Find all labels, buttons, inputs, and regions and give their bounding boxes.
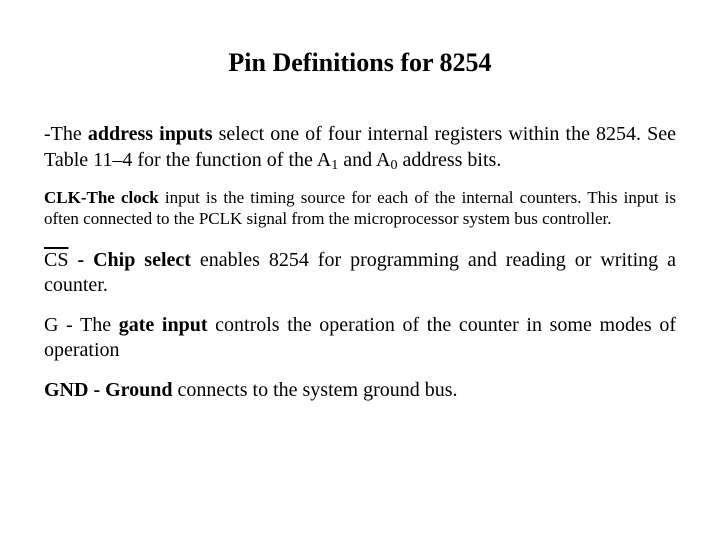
para-gnd: GND - Ground connects to the system grou… [44, 378, 676, 404]
page: Pin Definitions for 8254 -The address in… [0, 0, 720, 540]
bold-chip-select: - Chip select [68, 249, 190, 271]
text: -The [44, 123, 88, 145]
subscript-1: 1 [331, 158, 338, 173]
text: address bits. [397, 149, 501, 171]
para-address-inputs: -The address inputs select one of four i… [44, 122, 676, 173]
para-clk: CLK-The clock input is the timing source… [44, 187, 676, 230]
bold-gnd: GND - Ground [44, 379, 173, 401]
bold-gate-input: gate input [119, 314, 208, 336]
para-gate: G - The gate input controls the operatio… [44, 313, 676, 364]
bold-clk: CLK-The clock [44, 188, 159, 207]
text: G - The [44, 314, 119, 336]
para-cs: CS - Chip select enables 8254 for progra… [44, 248, 676, 299]
bold-address-inputs: address inputs [88, 123, 213, 145]
subscript-0: 0 [390, 158, 397, 173]
cs-overline: CS [44, 249, 68, 271]
text: and A [338, 149, 390, 171]
text: connects to the system ground bus. [173, 379, 458, 401]
page-title: Pin Definitions for 8254 [44, 48, 676, 78]
